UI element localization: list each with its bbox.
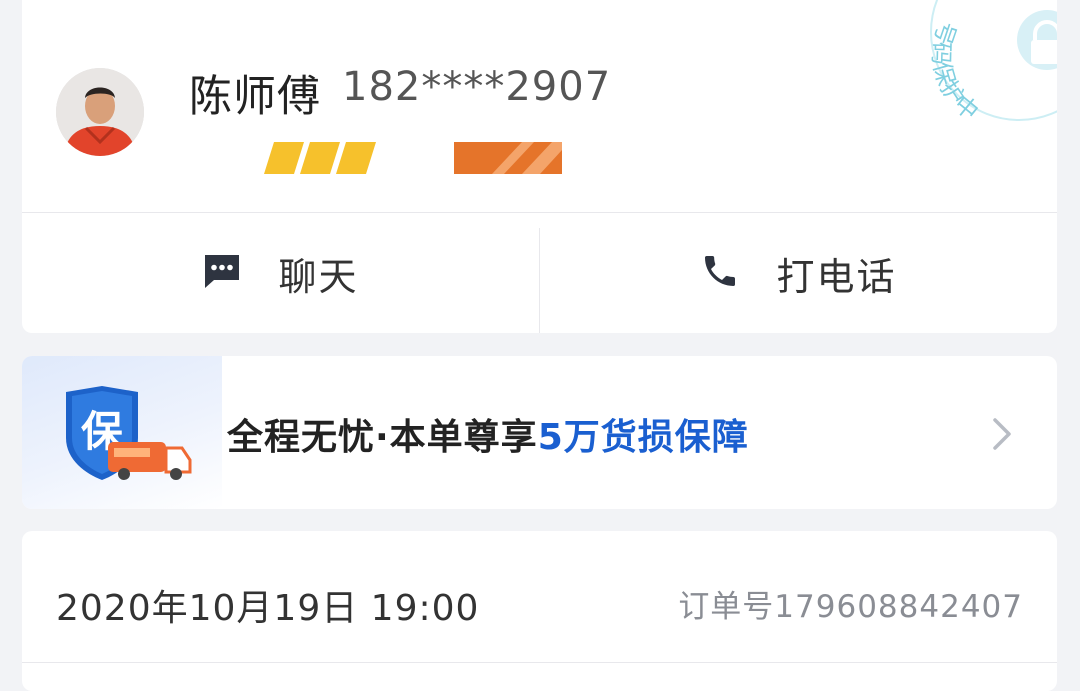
number-protection-seal: 号码保护中 [907,0,1057,150]
insurance-text: 全程无忧·本单尊享5万货损保障 [227,408,749,460]
driver-rating-badges [252,136,582,176]
order-datetime: 2020年10月19日 19:00 [56,588,480,629]
chat-label: 聊天 [278,254,359,299]
seal-text: 号码保护中 [927,18,983,126]
insurance-text-highlight: 5万货损保障 [537,417,749,458]
driver-avatar[interactable] [56,68,144,156]
driver-card: 陈师傅 182****2907 号码保护中 聊天 打电话 [22,0,1057,333]
delivery-van-icon [108,442,192,480]
chat-bubble-icon [202,252,242,294]
order-info-card: 2020年10月19日 19:00 订单号179608842407 [22,531,1057,691]
driver-phone-masked: 182****2907 [342,64,612,110]
insurance-banner[interactable]: 保 全程无忧·本单尊享5万货损保障 [22,356,1057,509]
order-divider [22,662,1057,663]
chevron-right-icon[interactable] [991,414,1015,454]
call-button[interactable]: 打电话 [540,213,1057,333]
insurance-text-main: 全程无忧·本单尊享 [227,417,538,458]
svg-text:号码保护中: 号码保护中 [927,18,983,126]
driver-name: 陈师傅 [189,72,321,122]
insurance-shield-icon: 保 [58,386,198,490]
order-number: 订单号179608842407 [678,589,1023,625]
call-label: 打电话 [776,254,897,299]
chat-button[interactable]: 聊天 [22,213,539,333]
phone-icon [700,251,740,295]
